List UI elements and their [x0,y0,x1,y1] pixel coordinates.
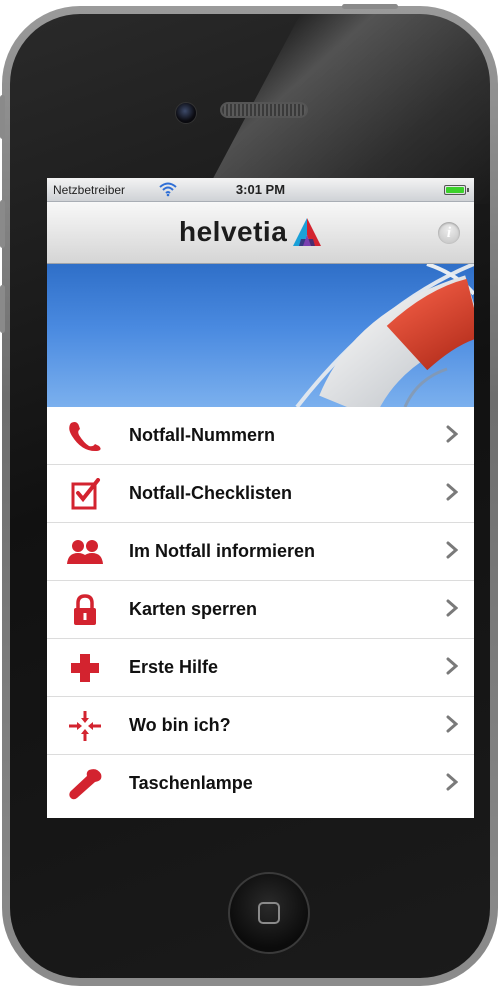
chevron-right-icon [446,425,458,443]
menu-item-notfall-checklisten[interactable]: Notfall-Checklisten [47,465,474,523]
checklist-icon [71,478,100,510]
people-icon [67,540,103,564]
info-icon[interactable]: i [438,222,460,244]
home-button[interactable] [228,872,310,954]
main-menu: Notfall-Nummern Notfall-Checklisten Im N [47,407,474,813]
menu-item-label: Erste Hilfe [129,657,219,677]
chevron-right-icon [446,657,458,675]
cross-icon [71,654,99,682]
location-arrows-icon [69,711,101,741]
battery-icon [444,185,469,195]
menu-item-taschenlampe[interactable]: Taschenlampe [47,755,474,813]
menu-item-wo-bin-ich[interactable]: Wo bin ich? [47,697,474,755]
menu-item-erste-hilfe[interactable]: Erste Hilfe [47,639,474,697]
sleep-button[interactable] [342,4,398,9]
lifebuoy-image [295,264,474,407]
app-screen: Netzbetreiber 3:01 PM helvetia i Notfall… [47,178,474,818]
banner-image [47,264,474,407]
brand-name: helvetia [179,216,288,247]
mute-switch[interactable] [0,95,5,139]
chevron-right-icon [446,483,458,501]
menu-item-label: Wo bin ich? [129,715,231,735]
chevron-right-icon [446,715,458,733]
menu-item-label: Im Notfall informieren [129,541,316,561]
menu-item-notfall-nummern[interactable]: Notfall-Nummern [47,407,474,465]
menu-item-label: Taschenlampe [129,773,253,793]
phone-icon [69,422,101,452]
menu-item-im-notfall-informieren[interactable]: Im Notfall informieren [47,523,474,581]
nav-bar: helvetia i [47,202,474,264]
home-square-icon [258,902,280,924]
menu-item-label: Notfall-Nummern [129,425,276,445]
earpiece-speaker-icon [220,102,308,118]
menu-item-label: Notfall-Checklisten [129,483,293,503]
helvetia-logo-icon [293,218,322,246]
menu-item-karten-sperren[interactable]: Karten sperren [47,581,474,639]
volume-up-button[interactable] [0,200,5,248]
menu-item-label: Karten sperren [129,599,258,619]
chevron-right-icon [446,599,458,617]
chevron-right-icon [446,773,458,791]
brand: helvetia [179,216,323,248]
volume-down-button[interactable] [0,285,5,333]
flashlight-icon [69,769,102,800]
chevron-right-icon [446,541,458,559]
lock-icon [74,594,96,625]
status-time: 3:01 PM [235,182,286,197]
status-bar: Netzbetreiber 3:01 PM [47,178,474,202]
front-camera-icon [175,102,197,124]
